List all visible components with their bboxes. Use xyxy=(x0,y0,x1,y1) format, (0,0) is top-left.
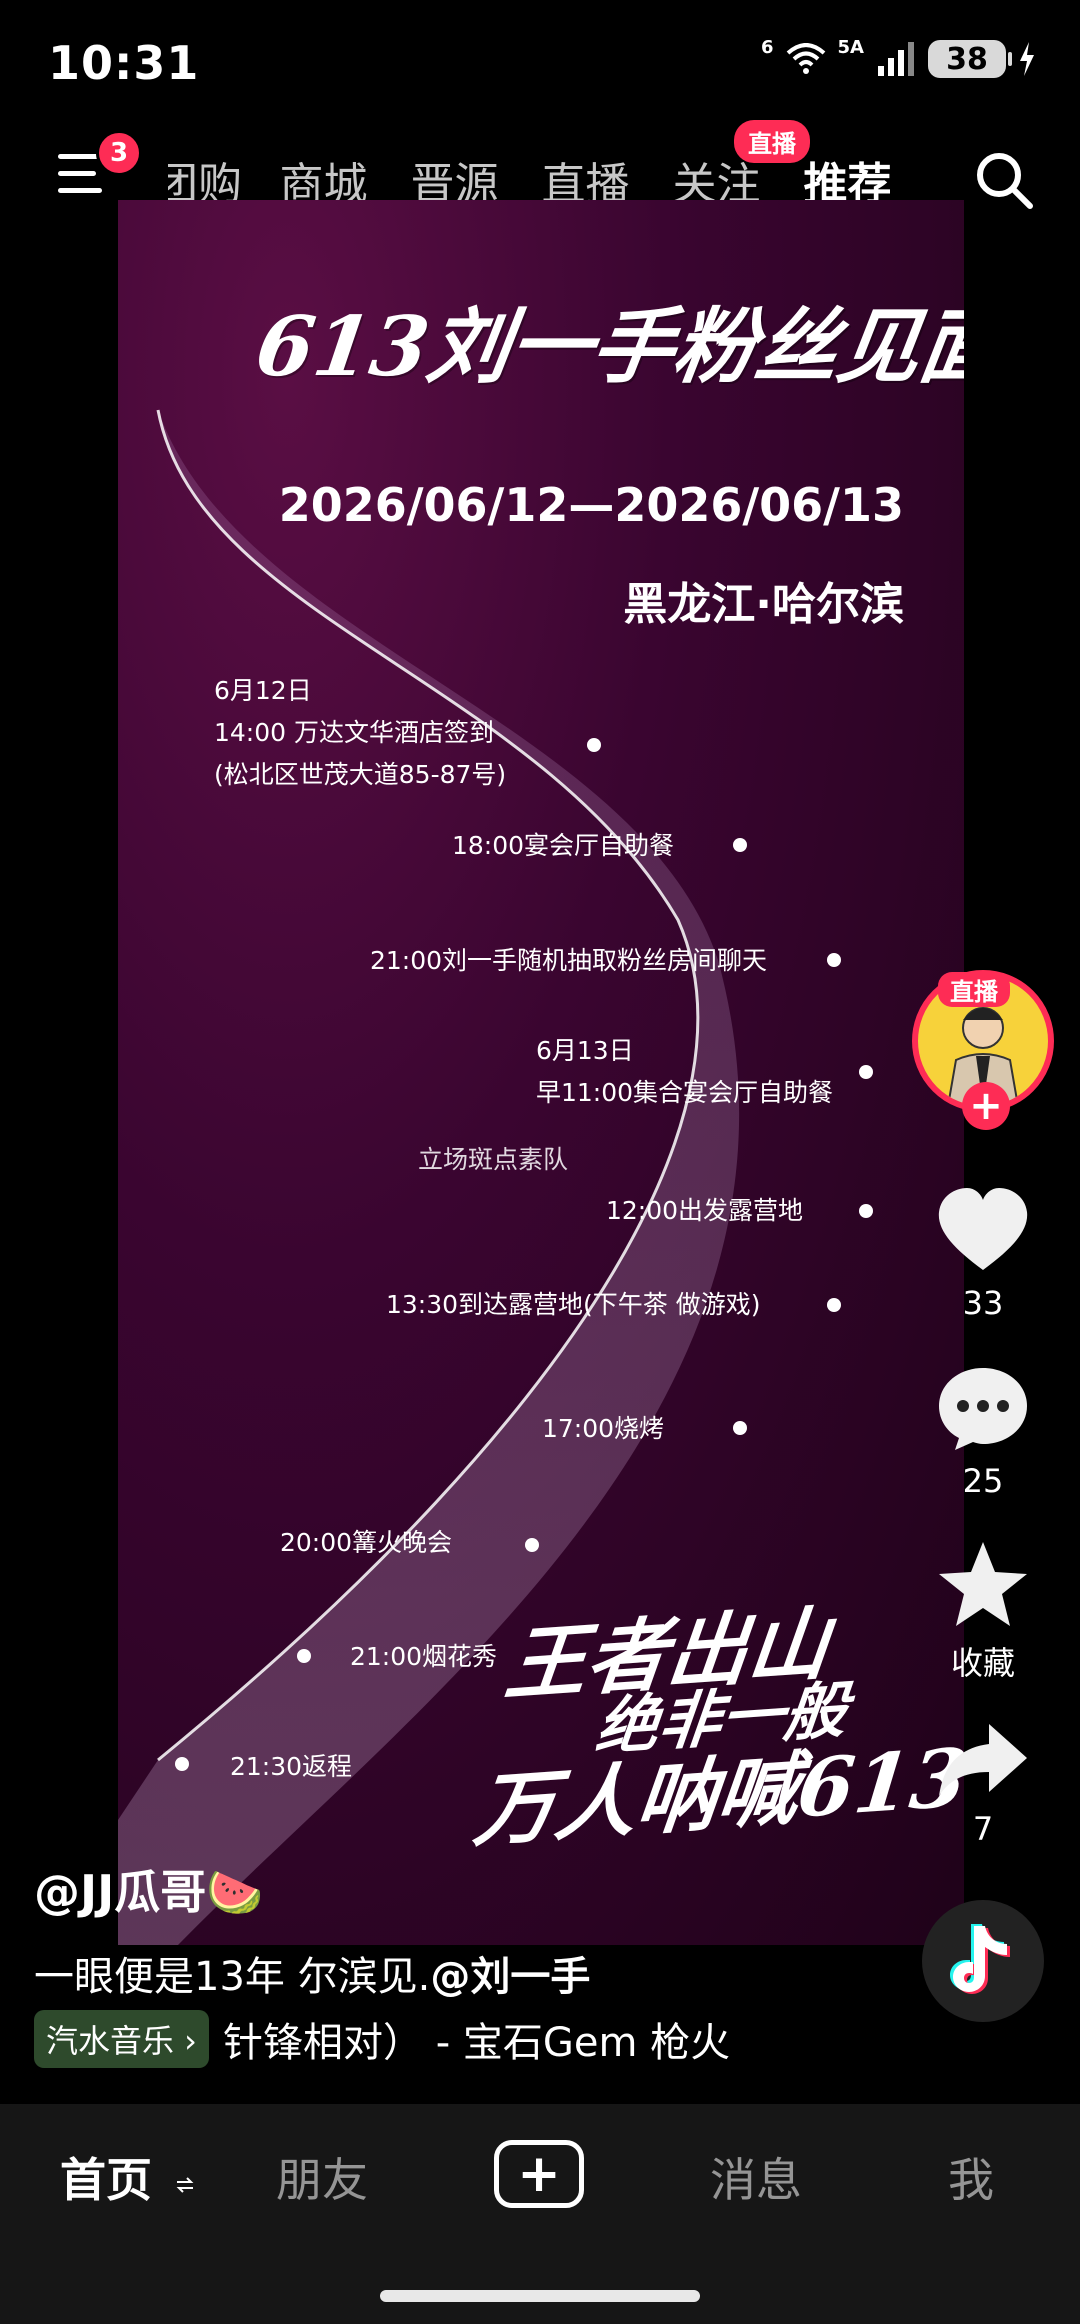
favorite-label: 收藏 xyxy=(950,1644,1015,1682)
timeline-dot xyxy=(525,1538,539,1552)
timeline-dot xyxy=(733,1421,747,1435)
signal-icon xyxy=(878,42,914,76)
share-count: 7 xyxy=(972,1810,994,1848)
favorite-button[interactable]: 收藏 xyxy=(920,1540,1046,1684)
nav-friends[interactable]: 朋友 xyxy=(276,2144,368,2210)
event-8: 20:00篝火晚会 xyxy=(280,1528,453,1557)
comment-icon xyxy=(939,1368,1027,1450)
like-count: 33 xyxy=(962,1284,1004,1322)
search-icon[interactable] xyxy=(972,148,1036,212)
timeline-dot xyxy=(297,1649,311,1663)
music-app-tag[interactable]: 汽水音乐 › xyxy=(34,2010,209,2068)
timeline-dot xyxy=(827,1298,841,1312)
heart-icon xyxy=(938,1188,1028,1270)
event-5: 12:00出发露营地 xyxy=(606,1196,804,1225)
nav-messages[interactable]: 消息 xyxy=(710,2144,802,2210)
swap-icon xyxy=(176,2177,194,2193)
nav-home-label: 首页 xyxy=(60,2153,152,2207)
music-row: 汽水音乐 › 针锋相对） - 宝石Gem 枪火 xyxy=(34,2010,730,2068)
poster-location: 黑龙江·哈尔滨 xyxy=(623,579,904,630)
plus-icon: + xyxy=(517,2144,561,2204)
like-button[interactable]: 33 xyxy=(920,1186,1046,1322)
event-7: 17:00烧烤 xyxy=(542,1414,665,1443)
comment-count: 25 xyxy=(962,1462,1004,1500)
following-live-badge: 直播 xyxy=(734,120,810,163)
status-time: 10:31 xyxy=(48,36,200,90)
timeline-dot xyxy=(175,1757,189,1771)
event-2: 18:00宴会厅自助餐 xyxy=(452,831,675,860)
share-button[interactable]: 7 xyxy=(920,1720,1046,1848)
watermark: 立场斑点素队 xyxy=(418,1145,569,1174)
video-poster[interactable]: 613刘一手粉丝见面会 2026/06/12—2026/06/13 黑龙江·哈尔… xyxy=(118,200,964,1945)
poster-title: 613刘一手粉丝见面会 xyxy=(250,299,964,395)
timeline-dot xyxy=(827,953,841,967)
tiktok-logo-icon xyxy=(950,1924,1010,1994)
menu-line xyxy=(58,188,102,193)
author-name[interactable]: @JJ瓜哥🍉 xyxy=(34,1856,264,1922)
menu-line xyxy=(58,171,96,176)
timeline-dot xyxy=(733,838,747,852)
event-1: 6月12日 14:00 万达文华酒店签到 (松北区世茂大道85-87号) xyxy=(214,676,507,789)
menu-badge: 3 xyxy=(96,130,142,176)
music-disc[interactable] xyxy=(922,1900,1044,2022)
star-icon xyxy=(939,1542,1027,1626)
network2-label: 5A xyxy=(837,36,864,58)
event-6: 13:30到达露营地(下午茶 做游戏) xyxy=(386,1290,761,1319)
charging-icon xyxy=(1020,42,1034,76)
wifi-icon xyxy=(786,43,825,74)
video-description: 一眼便是13年 尔滨见.@刘一手 xyxy=(34,1944,590,2002)
timeline-dot xyxy=(859,1065,873,1079)
timeline-dot xyxy=(587,738,601,752)
create-post-button[interactable]: + xyxy=(494,2140,584,2208)
nav-home[interactable]: 首页 xyxy=(60,2144,196,2210)
event-10: 21:30返程 xyxy=(230,1752,353,1781)
network-label: 6 xyxy=(761,36,774,58)
poster-dates: 2026/06/12—2026/06/13 xyxy=(278,478,904,532)
home-indicator[interactable] xyxy=(380,2290,700,2302)
nav-me[interactable]: 我 xyxy=(948,2144,994,2210)
creator-avatar[interactable]: 直播 + xyxy=(912,970,1054,1130)
battery-indicator: 38 xyxy=(928,40,1012,78)
bottom-nav: 首页 朋友 + 消息 我 xyxy=(0,2104,1080,2324)
music-title[interactable]: 针锋相对） - 宝石Gem 枪火 xyxy=(223,2010,730,2068)
follow-plus-button[interactable]: + xyxy=(962,1082,1010,1130)
event-9: 21:00烟花秀 xyxy=(350,1642,498,1671)
event-4: 6月13日 早11:00集合宴会厅自助餐 xyxy=(536,1036,834,1107)
avatar-live-badge: 直播 xyxy=(938,972,1010,1007)
timeline-dot xyxy=(859,1204,873,1218)
event-3: 21:00刘一手随机抽取粉丝房间聊天 xyxy=(370,946,768,975)
mention-link[interactable]: @刘一手 xyxy=(430,1954,590,2000)
comment-button[interactable]: 25 xyxy=(920,1364,1046,1500)
status-icons: 6 5A 38 xyxy=(761,36,1036,78)
description-text: 一眼便是13年 尔滨见. xyxy=(34,1954,431,2000)
share-arrow-icon xyxy=(939,1724,1027,1796)
status-bar: 10:31 6 5A 38 xyxy=(0,0,1080,120)
